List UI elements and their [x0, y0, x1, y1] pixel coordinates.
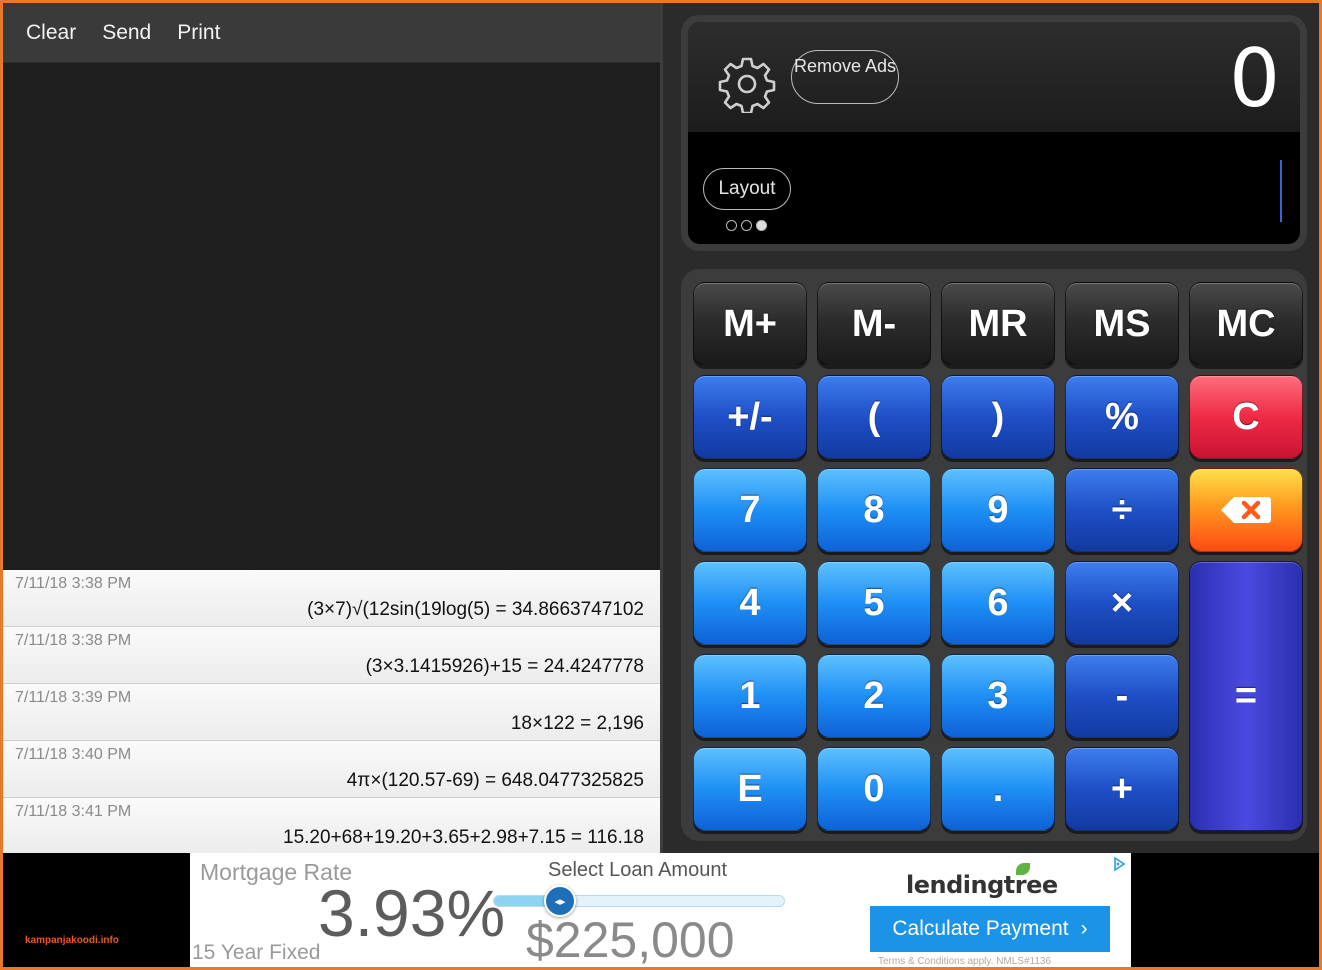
backspace-icon	[1221, 497, 1271, 523]
memory-subtract-key[interactable]: M-	[817, 282, 931, 366]
plus-minus-key[interactable]: +/-	[693, 375, 807, 459]
digit-0-key[interactable]: 0	[817, 747, 931, 831]
digit-2-key[interactable]: 2	[817, 654, 931, 738]
display-screen: Remove Ads 0 Layout	[688, 22, 1300, 244]
digit-3-key[interactable]: 3	[941, 654, 1055, 738]
history-list: 7/11/18 3:38 PM (3×7)√(12sin(19log(5) = …	[3, 570, 660, 855]
memory-store-key[interactable]: MS	[1065, 282, 1179, 366]
history-expression: 15.20+68+19.20+3.65+2.98+7.15 = 116.18	[283, 827, 644, 848]
memory-clear-key[interactable]: MC	[1189, 282, 1303, 366]
history-expression: 4π×(120.57-69) = 648.0477325825	[346, 770, 644, 791]
remove-ads-button[interactable]: Remove Ads	[791, 50, 899, 104]
loan-slider-track[interactable]	[493, 895, 785, 907]
display-value: 0	[1229, 32, 1280, 125]
page-indicator[interactable]	[726, 220, 767, 231]
close-paren-key[interactable]: )	[941, 375, 1055, 459]
history-item[interactable]: 7/11/18 3:38 PM (3×7)√(12sin(19log(5) = …	[3, 570, 660, 627]
clear-button[interactable]: Clear	[26, 21, 76, 45]
calculate-payment-button[interactable]: Calculate Payment ›	[870, 906, 1110, 952]
adchoices-icon[interactable]	[1112, 857, 1126, 871]
display-header	[688, 22, 1300, 132]
digit-4-key[interactable]: 4	[693, 561, 807, 645]
digit-7-key[interactable]: 7	[693, 468, 807, 552]
digit-6-key[interactable]: 6	[941, 561, 1055, 645]
open-paren-key[interactable]: (	[817, 375, 931, 459]
app-window: Clear Send Print 7/11/18 3:38 PM (3×7)√(…	[3, 3, 1319, 967]
digit-8-key[interactable]: 8	[817, 468, 931, 552]
backspace-key[interactable]	[1189, 468, 1303, 552]
equals-key[interactable]: =	[1189, 561, 1303, 831]
gear-icon[interactable]	[718, 55, 776, 113]
history-time: 7/11/18 3:39 PM	[15, 689, 132, 706]
history-time: 7/11/18 3:38 PM	[15, 632, 132, 649]
clear-key[interactable]: C	[1189, 375, 1303, 459]
calculate-payment-label: Calculate Payment	[892, 917, 1069, 940]
divide-key[interactable]: ÷	[1065, 468, 1179, 552]
decimal-key[interactable]: .	[941, 747, 1055, 831]
page-dot[interactable]	[726, 220, 737, 231]
send-button[interactable]: Send	[102, 21, 151, 45]
memory-recall-key[interactable]: MR	[941, 282, 1055, 366]
page-dot[interactable]	[741, 220, 752, 231]
memory-add-key[interactable]: M+	[693, 282, 807, 366]
ad-loan-label: Select Loan Amount	[548, 859, 728, 881]
percent-key[interactable]: %	[1065, 375, 1179, 459]
history-time: 7/11/18 3:38 PM	[15, 575, 132, 592]
multiply-key[interactable]: ×	[1065, 561, 1179, 645]
ad-banner[interactable]: Mortgage Rate 3.93% 15 Year Fixed Select…	[190, 853, 1131, 967]
layout-button[interactable]: Layout	[703, 168, 791, 210]
ad-rate-term: 15 Year Fixed	[192, 941, 321, 964]
page-dot-active[interactable]	[756, 220, 767, 231]
watermark: kampanjakoodi.info	[25, 935, 119, 946]
chevron-right-icon: ›	[1080, 917, 1088, 940]
calculator-panel: Remove Ads 0 Layout M+ M- MR MS MC +/- (…	[660, 3, 1319, 853]
lendingtree-logo[interactable]: lendingtree	[906, 871, 1058, 899]
history-item[interactable]: 7/11/18 3:41 PM 15.20+68+19.20+3.65+2.98…	[3, 798, 660, 855]
history-item[interactable]: 7/11/18 3:38 PM (3×3.1415926)+15 = 24.42…	[3, 627, 660, 684]
history-time: 7/11/18 3:40 PM	[15, 746, 132, 763]
exponent-key[interactable]: E	[693, 747, 807, 831]
history-time: 7/11/18 3:41 PM	[15, 803, 132, 820]
history-item[interactable]: 7/11/18 3:39 PM 18×122 = 2,196	[3, 684, 660, 741]
input-cursor	[1280, 160, 1282, 222]
digit-9-key[interactable]: 9	[941, 468, 1055, 552]
history-item[interactable]: 7/11/18 3:40 PM 4π×(120.57-69) = 648.047…	[3, 741, 660, 798]
digit-1-key[interactable]: 1	[693, 654, 807, 738]
ad-rate-value: 3.93%	[318, 876, 506, 950]
ad-terms: Terms & Conditions apply. NMLS#1136	[878, 956, 1052, 967]
history-expression: 18×122 = 2,196	[510, 713, 644, 734]
tape-panel: Clear Send Print 7/11/18 3:38 PM (3×7)√(…	[3, 3, 660, 855]
minus-key[interactable]: -	[1065, 654, 1179, 738]
print-button[interactable]: Print	[177, 21, 220, 45]
digit-5-key[interactable]: 5	[817, 561, 931, 645]
plus-key[interactable]: +	[1065, 747, 1179, 831]
keypad: M+ M- MR MS MC +/- ( ) % C 7 8 9 ÷ 4 5 6…	[681, 269, 1307, 841]
ad-margin-left: kampanjakoodi.info	[3, 853, 190, 967]
tape-toolbar: Clear Send Print	[3, 3, 660, 63]
history-expression: (3×7)√(12sin(19log(5) = 34.8663747102	[307, 599, 644, 620]
ad-margin-right	[1131, 853, 1319, 967]
display-bezel: Remove Ads 0 Layout	[681, 15, 1307, 251]
history-expression: (3×3.1415926)+15 = 24.4247778	[365, 656, 644, 677]
ad-loan-amount: $225,000	[526, 912, 735, 967]
